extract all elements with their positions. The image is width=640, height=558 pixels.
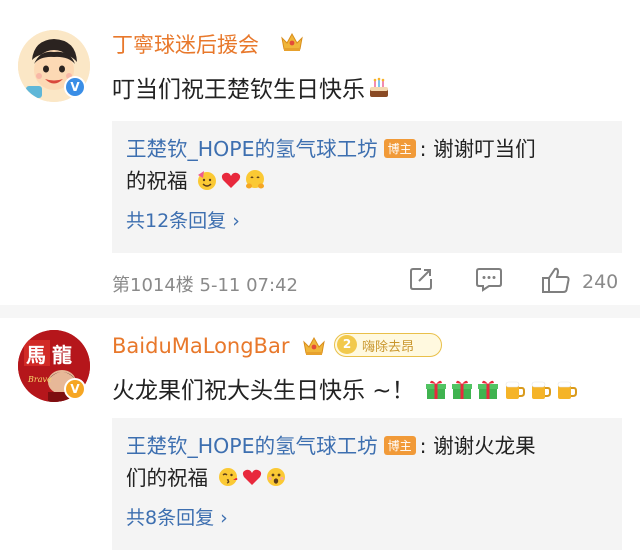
reply-line: 王楚钦_HOPE的氢气球工坊 博主: 谢谢叮当们: [126, 132, 536, 162]
share-icon[interactable]: [408, 266, 434, 292]
reply-text: : 谢谢叮当们: [419, 137, 536, 161]
svg-text:馬: 馬: [26, 343, 46, 367]
comment-item: 馬 龍 Brave V BaiduMaLongBar 2 嗨除去昂 火龙果们祝大…: [0, 318, 640, 558]
comment-icon[interactable]: [475, 266, 503, 292]
red-heart-icon: [241, 466, 263, 493]
username[interactable]: BaiduMaLongBar: [112, 334, 289, 358]
gift-icon: [450, 377, 474, 407]
op-tag: 博主: [383, 436, 416, 455]
gift-icon: [476, 377, 500, 407]
comment-item: V 丁寧球迷后援会 叮当们祝王楚钦生日快乐 王楚钦_HOPE的氢气球工坊 博主: …: [0, 0, 640, 305]
beer-icon: [528, 377, 552, 407]
op-tag: 博主: [383, 139, 416, 158]
fan-level-number: 2: [337, 335, 357, 354]
fan-level-badge[interactable]: 2 嗨除去昂: [334, 333, 442, 357]
svg-text:龍: 龍: [52, 343, 72, 367]
like-icon[interactable]: [541, 266, 571, 294]
verified-v-icon: V: [64, 378, 86, 400]
comment-divider: [0, 305, 640, 318]
beer-icon: [502, 377, 526, 407]
comment-text: 火龙果们祝大头生日快乐 ~！: [112, 371, 578, 407]
beer-icon: [554, 377, 578, 407]
comment-text: 叮当们祝王楚钦生日快乐: [112, 70, 391, 106]
party-face-icon: [196, 169, 218, 196]
username[interactable]: 丁寧球迷后援会: [112, 29, 259, 59]
svg-text:Brave: Brave: [27, 375, 52, 384]
comment-text-label: 火龙果们祝大头生日快乐 ~！: [112, 378, 415, 404]
comment-text-label: 叮当们祝王楚钦生日快乐: [112, 77, 365, 103]
view-more-replies-link[interactable]: 共12条回复 ›: [126, 206, 240, 233]
view-more-replies-link[interactable]: 共8条回复 ›: [126, 503, 228, 530]
reply-author[interactable]: 王楚钦_HOPE的氢气球工坊: [126, 137, 378, 161]
reply-preview[interactable]: 王楚钦_HOPE的氢气球工坊 博主: 谢谢叮当们 的祝福 共12条回复 ›: [112, 121, 622, 253]
reply-text: : 谢谢火龙果: [419, 434, 536, 458]
surprised-face-icon: [265, 466, 287, 493]
hug-face-icon: [244, 169, 266, 196]
reply-preview[interactable]: 王楚钦_HOPE的氢气球工坊 博主: 谢谢火龙果 们的祝福 共8条回复 ›: [112, 418, 622, 550]
birthday-cake-icon: [367, 76, 391, 106]
reply-line: 们的祝福: [126, 461, 287, 493]
verified-v-icon: V: [64, 76, 86, 98]
crown-icon[interactable]: [302, 335, 326, 357]
reply-text: 的祝福: [126, 169, 188, 193]
floor-and-time: 第1014楼 5-11 07:42: [112, 275, 298, 296]
reply-line: 王楚钦_HOPE的氢气球工坊 博主: 谢谢火龙果: [126, 429, 536, 459]
fan-level-label: 嗨除去昂: [362, 340, 415, 355]
reply-text: 们的祝福: [126, 466, 208, 490]
crown-icon[interactable]: [280, 31, 304, 53]
gift-icon: [424, 377, 448, 407]
like-count: 240: [582, 271, 619, 293]
reply-line: 的祝福: [126, 164, 266, 196]
reply-author[interactable]: 王楚钦_HOPE的氢气球工坊: [126, 434, 378, 458]
kiss-face-icon: [217, 466, 239, 493]
red-heart-icon: [220, 169, 242, 196]
